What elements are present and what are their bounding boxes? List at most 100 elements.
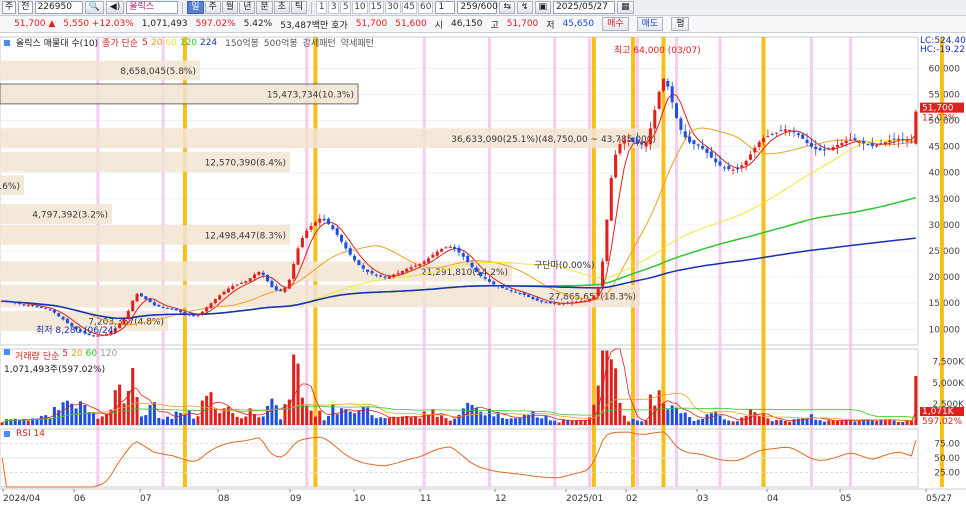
x-tick-label: 2025/01 (566, 494, 603, 504)
volume-profile-label: 21,291,810(14.2%) (421, 268, 508, 278)
volume-bar (270, 398, 274, 425)
price-tick-label: 45,000 (929, 143, 961, 153)
rsi-label: RSI 14 (16, 429, 45, 439)
volume-bar (775, 419, 779, 425)
price-tick-label: 10,000 (929, 325, 961, 335)
volume-bar (579, 420, 583, 425)
minute-number-button[interactable]: 1 (316, 1, 328, 14)
candle-body (131, 300, 135, 312)
candle-body (205, 307, 209, 312)
candle-body (374, 274, 378, 276)
volume-bar (653, 405, 657, 425)
volume-bar (418, 418, 422, 425)
current-pct-text: 12.03% (922, 114, 957, 124)
minute-number-button[interactable]: 30 (385, 1, 401, 14)
volume-bar (274, 405, 278, 425)
calendar-icon[interactable]: ▦ (617, 1, 634, 14)
extra-legend-item: 약세패턴 (340, 39, 374, 49)
volume-bar (361, 406, 365, 425)
candle-body (179, 310, 183, 313)
minute-number-button[interactable]: 5 (340, 1, 352, 14)
period-button[interactable]: 주 (204, 1, 221, 14)
eval-button[interactable]: 평 (671, 17, 690, 31)
minute-number-button[interactable]: 60 (418, 1, 434, 14)
volume-bar (396, 417, 400, 425)
volume-bar (122, 403, 126, 425)
x-tick-label: 03 (697, 494, 708, 504)
volume-bar (78, 401, 83, 425)
minute-number-button[interactable]: 45 (401, 1, 417, 14)
candle-body (118, 324, 122, 329)
chart-svg[interactable]: 60,00055,00050,00045,00040,00035,00030,0… (0, 33, 966, 505)
candle-body (318, 218, 322, 223)
volume-bar (727, 420, 731, 425)
high-label: 고 (490, 20, 499, 31)
candle-body (39, 306, 43, 308)
volume-bar (635, 420, 639, 425)
candle-body (192, 315, 196, 317)
candle-body (561, 303, 565, 305)
minute-number-button[interactable]: 10 (352, 1, 368, 14)
candle-body (679, 118, 683, 130)
price-tick-label: 35,000 (929, 195, 961, 205)
candle-body (148, 299, 152, 303)
separator (311, 1, 313, 14)
quote-bar: 51,700 ▲ 5,550 +12.03% 1,071,493 597.02%… (0, 16, 966, 33)
custom-number-input[interactable]: 1 (435, 1, 456, 14)
period-button[interactable]: 년 (239, 1, 256, 14)
volume-bar (340, 408, 344, 425)
period-button[interactable]: 일 (187, 1, 204, 14)
candle-body (427, 258, 431, 263)
market-select[interactable]: 주 (2, 1, 17, 14)
minute-number-button[interactable]: 15 (368, 1, 385, 14)
volume-bar (757, 416, 761, 425)
period-button[interactable]: 틱 (290, 1, 308, 14)
chart-area[interactable]: 60,000 55,000 50,000 45,000 40,000 35,000 30,0… (0, 33, 966, 505)
volume-bar (896, 422, 900, 425)
volume-bar (509, 418, 513, 425)
candle-body (505, 288, 509, 290)
volume-ma-period-label: 60 (85, 349, 98, 359)
candle-body (601, 261, 605, 287)
volume-bar (753, 412, 757, 425)
volume-bar (675, 407, 679, 425)
volume-bar (427, 415, 431, 425)
price-tick-label: 40,000 (929, 169, 961, 179)
count-field[interactable]: 259/600 (457, 1, 498, 14)
volume-bar (631, 418, 635, 425)
sell-button[interactable]: 매도 (636, 17, 664, 31)
period-button[interactable]: 분 (256, 1, 273, 14)
period-button[interactable]: 초 (273, 1, 290, 14)
minute-number-button[interactable]: 3 (328, 1, 340, 14)
stock-code-input[interactable]: 226950 (34, 1, 83, 14)
legend-extra: 150억봉 500억봉 강세패턴 약세패턴 (225, 36, 374, 49)
speaker-icon[interactable]: ◀) (105, 1, 125, 14)
save-icon[interactable]: ▣ (534, 1, 552, 14)
period-button[interactable]: 월 (221, 1, 239, 14)
volume-bar (827, 420, 831, 425)
low-label: 저 (546, 20, 555, 31)
candle-body (492, 281, 496, 285)
volume-bar (487, 408, 491, 425)
candle-body (683, 131, 687, 138)
search-icon[interactable]: 🔍 (84, 1, 104, 14)
candle-body (592, 295, 596, 300)
volume-bar (540, 418, 544, 425)
chart-type-icon[interactable]: ↯ (517, 1, 533, 14)
candle-body (705, 148, 709, 153)
candle-body (279, 289, 283, 292)
candle-body (231, 286, 235, 289)
move-icon[interactable]: ⇆ (499, 1, 515, 14)
candle-body (357, 260, 361, 266)
date-input[interactable]: 2025/05/27 (553, 1, 616, 14)
volume-bar (257, 417, 261, 425)
volume-bar (814, 419, 818, 425)
candle-body (122, 318, 126, 325)
volume-bar (383, 418, 387, 425)
candle-body (183, 312, 187, 314)
market-dropdown[interactable]: 전 (18, 1, 33, 14)
candle-body (379, 275, 383, 277)
volume-bar (531, 411, 535, 425)
candle-body (235, 284, 239, 286)
buy-button[interactable]: 매수 (602, 17, 629, 31)
